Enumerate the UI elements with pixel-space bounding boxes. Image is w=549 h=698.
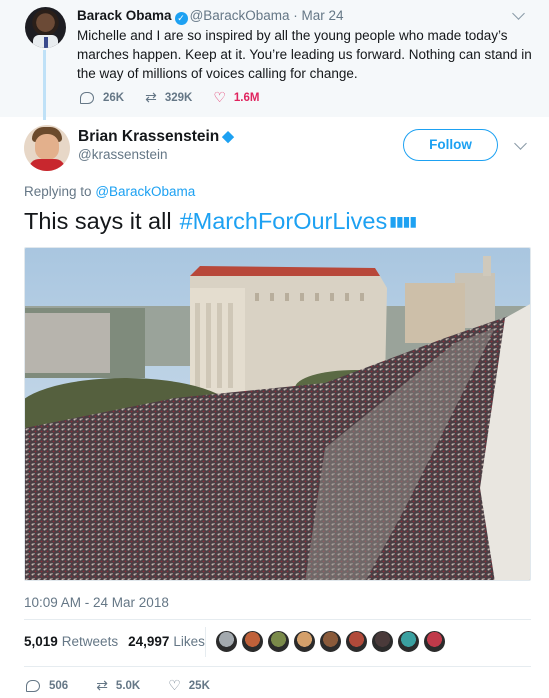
liker-avatar[interactable]: [319, 630, 342, 653]
chevron-down-icon[interactable]: [512, 7, 525, 20]
follow-button[interactable]: Follow: [403, 129, 498, 161]
replying-prefix: Replying to: [24, 184, 92, 199]
tweet-stats: 5,019 Retweets 24,997 Likes: [24, 634, 215, 649]
reply-button[interactable]: 506: [26, 679, 69, 692]
tweet-actions: 506 ⇄ 5.0K ♡ 25K: [26, 677, 238, 694]
heart-icon: ♡: [168, 677, 181, 693]
tweet-timestamp[interactable]: 10:09 AM - 24 Mar 2018: [24, 595, 169, 610]
liker-avatar[interactable]: [371, 630, 394, 653]
verified-badge-icon: ✓: [174, 12, 188, 25]
retweet-count: 5.0K: [115, 679, 141, 692]
author-avatar[interactable]: [24, 125, 70, 171]
divider: [24, 619, 531, 620]
like-total: 24,997: [128, 634, 170, 649]
parent-like-count: 1.6M: [233, 91, 260, 104]
reply-icon: [26, 679, 40, 692]
retweet-label: Retweets: [61, 634, 119, 649]
march-hashtag-emoji-icon: ▮▮▮▮: [389, 213, 417, 229]
liker-avatar[interactable]: [293, 630, 316, 653]
like-count: 25K: [188, 679, 210, 692]
author-name-row: Brian Krassenstein ◆: [78, 127, 234, 146]
reply-count: 506: [49, 679, 69, 692]
parent-tweet-header: Barack Obama ✓ @BarackObama · Mar 24: [77, 8, 344, 25]
tweet-body: This says it all: [24, 208, 172, 234]
parent-tweet-text: Michelle and I are so inspired by all th…: [77, 28, 532, 81]
thread-connector-line: [43, 50, 46, 120]
replying-to-link[interactable]: @BarackObama: [95, 184, 195, 199]
heart-icon: ♡: [213, 89, 226, 105]
liker-avatar[interactable]: [423, 630, 446, 653]
parent-author-avatar[interactable]: [25, 7, 66, 48]
parent-tweet-meta[interactable]: @BarackObama · Mar 24: [190, 8, 344, 23]
hashtag-link[interactable]: #MarchForOurLives: [180, 208, 388, 234]
like-button[interactable]: ♡ 25K: [168, 677, 210, 694]
liker-avatar[interactable]: [267, 630, 290, 653]
retweet-stat[interactable]: 5,019 Retweets: [24, 634, 118, 649]
parent-reply-count: 26K: [103, 91, 125, 104]
chevron-down-icon[interactable]: [514, 137, 527, 150]
tweet-photo[interactable]: [24, 247, 531, 581]
shark-emoji-icon: ◆: [222, 128, 234, 145]
parent-tweet[interactable]: Barack Obama ✓ @BarackObama · Mar 24 Miche…: [0, 0, 549, 120]
divider: [24, 666, 531, 667]
replying-to: Replying to @BarackObama: [24, 184, 195, 199]
parent-tweet-actions: 26K ⇄ 329K ♡ 1.6M: [80, 89, 280, 106]
liker-avatars: [215, 630, 449, 653]
parent-author-name[interactable]: Barack Obama: [77, 8, 172, 23]
parent-retweet-button[interactable]: ⇄ 329K: [145, 89, 192, 106]
parent-like-button[interactable]: ♡ 1.6M: [213, 89, 259, 106]
reply-icon: [80, 91, 94, 104]
retweet-button[interactable]: ⇄ 5.0K: [96, 677, 140, 694]
march-crowd-photo: [25, 248, 530, 580]
author-name[interactable]: Brian Krassenstein: [78, 128, 219, 145]
parent-reply-button[interactable]: 26K: [80, 91, 125, 104]
like-label: Likes: [173, 634, 205, 649]
tweet-text: This says it all #MarchForOurLives ▮▮▮▮: [24, 208, 417, 235]
like-stat[interactable]: 24,997 Likes: [128, 634, 205, 649]
liker-avatar[interactable]: [215, 630, 238, 653]
parent-retweet-count: 329K: [164, 91, 193, 104]
retweet-total: 5,019: [24, 634, 58, 649]
liker-avatar[interactable]: [241, 630, 264, 653]
liker-avatar[interactable]: [345, 630, 368, 653]
liker-avatar[interactable]: [397, 630, 420, 653]
stats-separator: [205, 627, 206, 657]
retweet-icon: ⇄: [145, 89, 157, 105]
author-handle[interactable]: @krassenstein: [78, 147, 168, 162]
retweet-icon: ⇄: [96, 677, 108, 693]
